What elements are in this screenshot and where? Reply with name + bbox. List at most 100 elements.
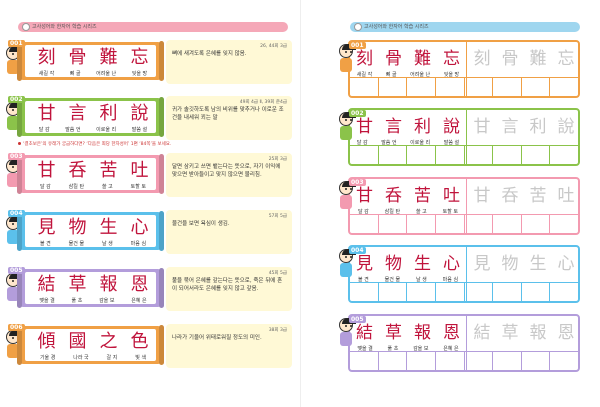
scroll-card: 結草報恩 맺을 결 풀 초 갚을 보 은혜 은 [25, 272, 156, 304]
writing-cell[interactable] [550, 283, 578, 303]
practice-box: 結草報恩 맺을 결풀 초 갚을 보 은혜 은結草報恩 [348, 314, 580, 372]
writing-cell[interactable] [436, 215, 465, 235]
writing-cell[interactable] [522, 215, 551, 235]
entry-number: 001 [8, 40, 25, 47]
trace-char: 言 [501, 117, 519, 137]
hanja-char: 傾 [37, 331, 56, 352]
writing-cell[interactable] [407, 215, 436, 235]
writing-cell[interactable] [493, 352, 522, 372]
writing-cell[interactable] [550, 78, 578, 98]
mascot-eye [345, 119, 347, 121]
meaning-box: 45회 5급 풀을 묶어 은혜를 갚는다는 뜻으로, 죽은 뒤에 혼이 되어서라도… [166, 267, 292, 311]
hanja-char: 骨 [68, 47, 87, 68]
trace-char: 苦 [529, 186, 547, 206]
hanja-scroll: 傾國之色 기울 경 나라 국 갈 지 빛 색 [17, 325, 164, 365]
writing-cell[interactable] [465, 146, 494, 166]
writing-cell[interactable] [522, 283, 551, 303]
writing-cell[interactable] [350, 146, 379, 166]
hanja-char: 報 [99, 274, 118, 295]
hanja-reading: 풀 초 [71, 298, 83, 304]
trace-char: 利 [529, 117, 547, 137]
writing-cell[interactable] [465, 215, 494, 235]
trace-char: 呑 [501, 186, 519, 206]
mascot-eye [350, 51, 352, 53]
writing-cell[interactable] [407, 78, 436, 98]
writing-cell[interactable] [522, 352, 551, 372]
hanja-readings: 새길 각 뼈 골 어려울 난 잊을 망 [31, 70, 155, 77]
writing-cell[interactable] [493, 78, 522, 98]
mascot-eye [350, 119, 352, 121]
trace-characters: 甘呑苦吐 [468, 179, 580, 213]
writing-cell[interactable] [436, 146, 465, 166]
scroll-rod [159, 325, 164, 365]
writing-cell[interactable] [379, 78, 408, 98]
hanja-char: 國 [68, 331, 87, 352]
origin-note-text: ‘결초보은’의 유래가 궁금하다면? ‘다음은 죄당 한자성어’ 1편 ‘84쪽… [23, 142, 172, 147]
hanja-char: 心 [443, 254, 460, 274]
hanja-characters: 甘呑苦吐 [31, 160, 155, 182]
trace-char: 報 [529, 323, 547, 343]
mascot-eye [12, 53, 14, 55]
writing-cell[interactable] [350, 283, 379, 303]
trace-char: 難 [529, 49, 547, 69]
writing-cell[interactable] [436, 78, 465, 98]
hanja-reading: 말씀 언 [65, 127, 81, 133]
writing-cell[interactable] [407, 352, 436, 372]
meaning-box: 25회 3급 달면 삼키고 쓰면 뱉는다는 뜻으로, 자기 이익에 맞으면 받아들… [166, 153, 292, 197]
writing-cell[interactable] [550, 146, 578, 166]
writing-cell[interactable] [350, 215, 379, 235]
hanja-char: 色 [130, 331, 149, 352]
writing-cell[interactable] [407, 283, 436, 303]
scroll-card: 刻骨難忘 새길 각 뼈 골 어려울 난 잊을 망 [25, 45, 156, 77]
mascot-body [340, 126, 352, 140]
hanja-reading: 말씀 설 [131, 127, 148, 133]
writing-cell[interactable] [379, 352, 408, 372]
writing-cell[interactable] [493, 283, 522, 303]
mascot-body [340, 332, 352, 346]
hanja-char: 苦 [414, 186, 431, 206]
hanja-reading: 나라 국 [73, 355, 89, 361]
hanja-scroll: 甘言利說 달 감 말씀 언 이로울 리 말씀 설 [17, 97, 164, 137]
trace-characters: 結草報恩 [468, 316, 580, 350]
hanja-readings: 달 감 말씀 언 이로울 리 말씀 설 [31, 126, 155, 133]
writing-cell[interactable] [522, 146, 551, 166]
hanja-scroll: 甘呑苦吐 달 감 삼킬 탄 쓸 고 토할 토 [17, 154, 164, 194]
writing-cell[interactable] [550, 352, 578, 372]
hanja-readings: 달 감 삼킬 탄 쓸 고 토할 토 [31, 183, 155, 190]
writing-cell[interactable] [407, 146, 436, 166]
writing-cell[interactable] [522, 78, 551, 98]
hanja-char: 苦 [99, 160, 118, 181]
hanja-char: 甘 [37, 103, 56, 124]
writing-cell[interactable] [379, 146, 408, 166]
writing-cell[interactable] [350, 78, 379, 98]
writing-cell[interactable] [436, 352, 465, 372]
hanja-char: 難 [99, 47, 118, 68]
hanja-reading: 잊을 망 [131, 71, 148, 77]
writing-cell[interactable] [436, 283, 465, 303]
writing-grid [350, 283, 578, 303]
writing-cell[interactable] [465, 78, 494, 98]
mascot-eye [350, 325, 352, 327]
writing-cell[interactable] [493, 146, 522, 166]
hanja-char: 物 [68, 217, 87, 238]
writing-cell[interactable] [465, 283, 494, 303]
writing-cell[interactable] [550, 215, 578, 235]
trace-characters: 見物生心 [468, 247, 580, 281]
meaning-box: 57회 5급 물건을 보면 욕심이 생김. [166, 210, 292, 254]
entry-number: 006 [8, 324, 25, 331]
writing-cell[interactable] [493, 215, 522, 235]
writing-cell[interactable] [379, 215, 408, 235]
meaning-text: 나라가 기울어 위태로워질 정도의 미인. [172, 335, 262, 341]
hanja-char: 見 [37, 217, 56, 238]
practice-number: 002 [349, 110, 366, 117]
exam-source: 45회 5급 [268, 271, 287, 276]
trace-char: 心 [557, 254, 575, 274]
writing-cell[interactable] [350, 352, 379, 372]
trace-char: 結 [473, 323, 491, 343]
writing-cell[interactable] [465, 352, 494, 372]
meaning-box: 38회 3급 나라가 기울어 위태로워질 정도의 미인. [166, 324, 292, 368]
hanja-entry: 結草報恩 맺을 결 풀 초 갚을 보 은혜 은 005 45회 5급 풀을 묶어 은혜를 갚는… [6, 267, 296, 315]
writing-cell[interactable] [379, 283, 408, 303]
hanja-reading: 달 감 [38, 127, 50, 133]
trace-char: 忘 [557, 49, 575, 69]
